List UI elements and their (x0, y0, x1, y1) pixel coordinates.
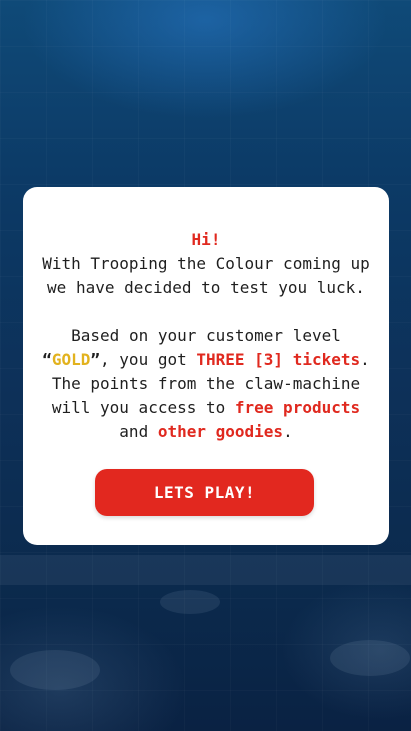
intro-line-1: With Trooping the Colour coming up (42, 254, 370, 273)
points-line-2: will you access to free products (23, 396, 389, 420)
got-text: , you got (100, 350, 197, 369)
background-stool-right (330, 640, 410, 676)
lets-play-button[interactable]: LETS PLAY! (95, 469, 314, 516)
background-stool-center (160, 590, 220, 614)
promo-modal: Hi! With Trooping the Colour coming up w… (23, 187, 389, 545)
and-text: and (119, 422, 158, 441)
points-line-1: The points from the claw-machine (51, 374, 361, 393)
open-quote: “ (42, 350, 52, 369)
intro-line-2: we have decided to test you luck. (47, 278, 365, 297)
period-1: . (360, 350, 370, 369)
level-line-1: Based on your customer level (71, 326, 341, 345)
level-line-2: “GOLD”, you got THREE [3] tickets. (23, 348, 389, 372)
points-line-2-prefix: will you access to (51, 398, 235, 417)
background-stool-left (10, 650, 100, 690)
other-goodies-text: other goodies (157, 422, 284, 441)
free-products-text: free products (234, 398, 361, 417)
customer-level: GOLD (51, 350, 91, 369)
ticket-count: THREE [3] tickets (196, 350, 361, 369)
greeting-text: Hi! (191, 230, 221, 249)
points-line-3: and other goodies. (23, 420, 389, 444)
background-counter (0, 555, 411, 585)
period-2: . (283, 422, 293, 441)
close-quote: ” (90, 350, 101, 369)
